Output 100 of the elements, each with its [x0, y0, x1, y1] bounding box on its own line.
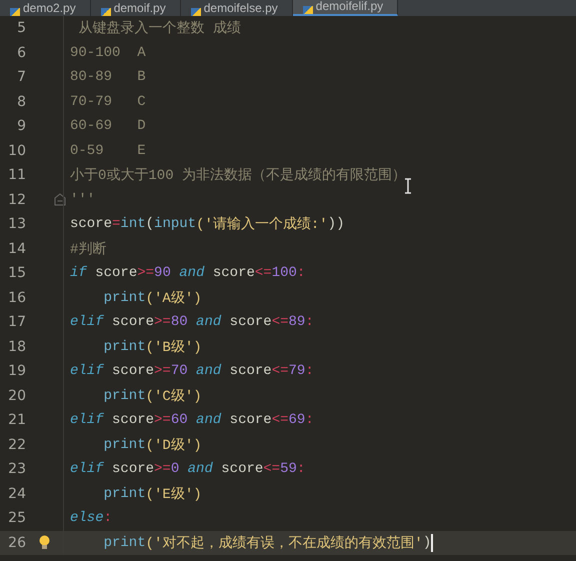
number-text: 80 [170, 314, 188, 330]
keyword-text: and [186, 461, 213, 478]
line-number: 22 [7, 436, 26, 453]
function-name-text: print [102, 436, 146, 453]
function-name-text: print [102, 486, 146, 502]
file-tab[interactable]: demoif.py [90, 0, 181, 16]
number-text: 69 [288, 412, 306, 428]
python-file-icon [302, 6, 313, 14]
number-text: 59 [280, 461, 297, 478]
keyword-text: elif [70, 412, 104, 428]
code-text: score [111, 461, 154, 478]
line-number: 6 [16, 44, 26, 61]
line-number: 5 [16, 20, 26, 36]
keyword-text: if [70, 265, 87, 282]
code-text: score [212, 265, 255, 282]
string-text: ('C级') [146, 388, 202, 405]
line-number: 26 [7, 534, 26, 551]
docstring-text: 0-59 E [70, 142, 146, 159]
docstring-text: 60-69 D [70, 118, 146, 134]
code-text: score [70, 216, 112, 232]
operator-text: >= [154, 461, 171, 478]
function-name-text: print [102, 290, 146, 306]
line-number: 8 [16, 94, 26, 110]
docstring-text: 90-100 A [70, 44, 146, 61]
string-text: ('E级') [146, 486, 202, 503]
python-file-icon [190, 8, 201, 16]
line-number: 14 [7, 240, 26, 257]
function-name-text: input [154, 216, 196, 232]
keyword-text: and [195, 314, 222, 330]
line-number: 15 [7, 265, 26, 282]
operator-text: = [112, 216, 120, 232]
file-tab[interactable]: demoifelif.py [292, 0, 398, 16]
line-number: 23 [7, 461, 26, 478]
function-name-text: int [120, 216, 146, 232]
operator-text: : [305, 314, 314, 330]
keyword-text: and [178, 265, 204, 282]
file-tab[interactable]: demoifelse.py [180, 0, 293, 16]
line-number: 25 [7, 510, 26, 526]
line-number: 17 [7, 314, 26, 330]
docstring-text: 从键盘录入一个整数 成绩 [77, 20, 241, 38]
operator-text: : [104, 510, 112, 526]
operator-text: <= [272, 412, 288, 428]
code-text: score [94, 265, 138, 282]
keyword-text: and [195, 412, 222, 428]
line-number: 24 [7, 486, 26, 502]
line-number: 21 [7, 412, 26, 428]
operator-text: : [305, 412, 314, 428]
keyword-text: elif [70, 314, 104, 330]
line-number: 9 [16, 118, 26, 134]
line-number: 7 [16, 69, 26, 86]
number-text: 70 [170, 363, 188, 380]
function-name-text: print [102, 338, 146, 355]
text-cursor-icon [404, 178, 412, 194]
operator-text: <= [272, 314, 288, 330]
line-number: 12 [7, 192, 26, 208]
code-text: ( [146, 216, 154, 232]
code-text: score [111, 363, 154, 380]
code-text: )) [328, 216, 344, 232]
number-text: 90 [154, 265, 171, 282]
python-file-icon [10, 8, 20, 16]
number-text: 0 [170, 461, 180, 478]
number-text: 60 [170, 412, 188, 428]
python-file-icon [100, 8, 111, 16]
code-text: score [228, 314, 272, 330]
comment-text: #判断 [70, 240, 106, 258]
line-number: 11 [7, 167, 26, 184]
string-text: ('B级') [146, 338, 202, 356]
code-text: score [220, 461, 264, 478]
operator-text: >= [154, 412, 171, 428]
file-tab[interactable]: demo2.py [0, 0, 91, 16]
line-number: 20 [7, 388, 26, 404]
line-number: 16 [7, 290, 26, 306]
docstring-text: 小于0或大于100 为非法数据（不是成绩的有限范围） [70, 166, 406, 184]
line-number: 18 [7, 338, 26, 355]
line-number: 19 [7, 363, 26, 380]
text-caret [431, 534, 434, 552]
function-name-text: print [102, 388, 146, 404]
string-text: ('对不起，成绩有误，不在成绩的有效范围' [146, 534, 423, 552]
fold-marker-icon[interactable] [54, 193, 66, 206]
docstring-text: 70-79 C [70, 94, 146, 110]
docstring-text: 80-89 B [70, 69, 146, 86]
operator-text: <= [272, 363, 288, 380]
operator-text: >= [154, 363, 171, 380]
keyword-text: elif [70, 461, 104, 478]
keyword-text: else [70, 510, 104, 526]
number-text: 89 [288, 314, 306, 330]
operator-text: : [296, 461, 306, 478]
number-text: 79 [288, 363, 306, 380]
operator-text: : [296, 265, 306, 282]
keyword-text: and [195, 363, 222, 380]
operator-text: <= [263, 461, 280, 478]
operator-text: >= [154, 314, 171, 330]
line-number: 10 [7, 142, 26, 159]
docstring-text: ''' [70, 192, 96, 208]
number-text: 100 [272, 265, 297, 282]
keyword-text: elif [70, 363, 104, 380]
operator-text: >= [137, 265, 154, 282]
lightbulb-icon[interactable] [39, 535, 50, 550]
line-number: 13 [7, 216, 26, 232]
operator-text: <= [254, 265, 272, 282]
